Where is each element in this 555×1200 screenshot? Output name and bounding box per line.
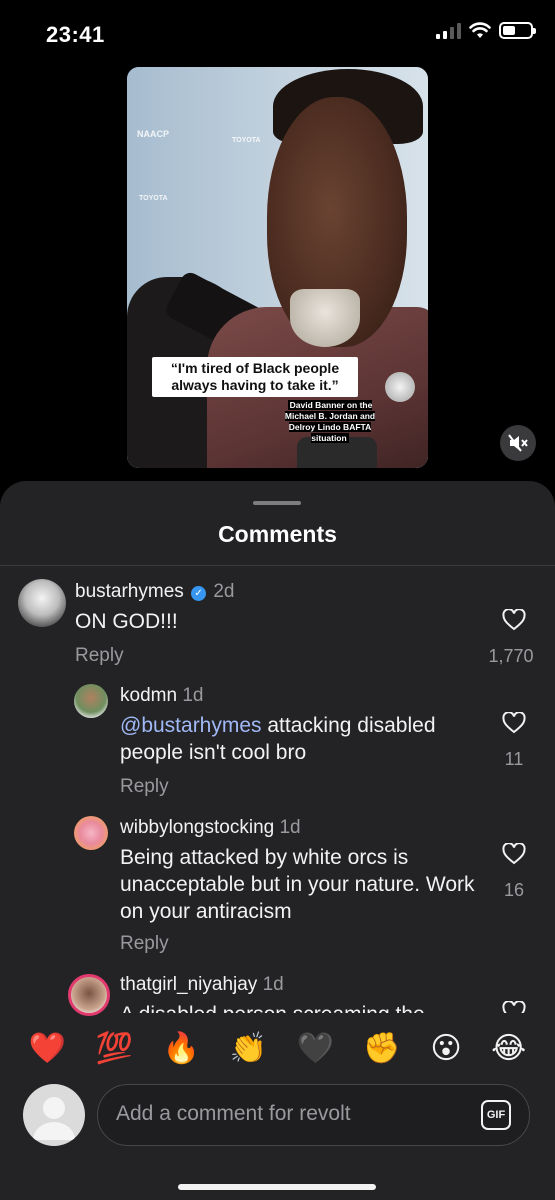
like-count: 1,770 — [488, 646, 534, 666]
like-count: 16 — [503, 880, 525, 900]
mute-button[interactable] — [500, 425, 536, 461]
sheet-title: Comments — [218, 521, 337, 547]
sponsor-logo: TOYOTA — [139, 195, 168, 202]
reply-button[interactable]: Reply — [120, 933, 169, 955]
comment-username[interactable]: bustarhymes — [75, 581, 184, 602]
reel-video[interactable]: NAACP TOYOTA TOYOTA “I'm tired of Black … — [127, 67, 428, 468]
avatar[interactable] — [18, 579, 66, 627]
comment-time: 2d — [213, 581, 235, 602]
emoji-100-button[interactable]: 💯 — [96, 1031, 133, 1066]
comment-username[interactable]: kodmn — [120, 685, 177, 706]
emoji-black-heart-button[interactable]: 🖤 — [296, 1031, 333, 1066]
emoji-fire-button[interactable]: 🔥 — [163, 1031, 200, 1066]
gif-button[interactable]: GIF — [481, 1100, 511, 1130]
emoji-surprised-button[interactable]: 😮 — [430, 1031, 461, 1066]
comment-time: 1d — [279, 817, 301, 838]
like-button[interactable]: 1,770 — [488, 608, 534, 667]
comment-input[interactable]: Add a comment for revolt GIF — [97, 1084, 530, 1146]
emoji-fist-button[interactable]: ✊ — [363, 1031, 400, 1066]
sponsor-logo: NAACP — [137, 129, 170, 139]
heart-icon — [502, 711, 526, 734]
home-indicator — [178, 1184, 376, 1190]
like-button[interactable]: 16 — [494, 842, 534, 901]
video-caption: David Banner on the Michael B. Jordan an… — [284, 400, 376, 443]
mention-link[interactable]: @bustarhymes — [120, 714, 262, 737]
divider — [0, 565, 555, 566]
like-button[interactable]: 11 — [494, 711, 534, 770]
comment-input-placeholder: Add a comment for revolt — [116, 1102, 351, 1125]
comment-text: ON GOD!!! — [75, 610, 178, 633]
avatar[interactable] — [68, 974, 110, 1016]
status-icons — [436, 22, 536, 39]
reply-button[interactable]: Reply — [75, 645, 124, 667]
emoji-heart-button[interactable]: ❤️ — [29, 1031, 66, 1066]
comment-time: 1d — [182, 685, 204, 706]
heart-icon — [502, 608, 526, 631]
cellular-signal-icon — [436, 22, 461, 39]
heart-icon — [502, 1001, 526, 1013]
emoji-laugh-button[interactable]: 😂 — [491, 1031, 526, 1066]
comment-username[interactable]: thatgirl_niyahjay — [120, 974, 257, 995]
comment-text: @bustarhymes attacking disabled people i… — [120, 714, 436, 764]
sponsor-logo: TOYOTA — [232, 137, 261, 144]
video-quote: “I'm tired of Black people always having… — [152, 357, 358, 397]
comment-username[interactable]: wibbylongstocking — [120, 817, 274, 838]
user-avatar-icon — [23, 1084, 85, 1146]
wifi-icon — [469, 22, 491, 38]
like-count: 11 — [504, 749, 524, 769]
status-time: 23:41 — [46, 22, 105, 47]
avatar[interactable] — [74, 684, 108, 718]
like-button[interactable] — [494, 1001, 534, 1013]
verified-badge-icon: ✓ — [191, 586, 207, 601]
avatar[interactable] — [74, 816, 108, 850]
emoji-clap-button[interactable]: 👏 — [230, 1031, 267, 1066]
heart-icon — [502, 842, 526, 865]
reply-button[interactable]: Reply — [120, 776, 169, 798]
comment-text: A disabled person screaming the — [120, 1001, 480, 1013]
speaker-muted-icon — [508, 434, 528, 452]
battery-icon — [499, 22, 536, 39]
comment-time: 1d — [262, 974, 284, 995]
comment-composer: Add a comment for revolt GIF — [0, 1072, 555, 1200]
sheet-grabber[interactable] — [253, 501, 301, 505]
status-bar: 23:41 — [0, 0, 555, 60]
comment-text: Being attacked by white orcs is unaccept… — [120, 846, 475, 923]
emoji-reaction-bar: ❤️ 💯 🔥 👏 🖤 ✊ 😮 😂 — [0, 1026, 555, 1070]
